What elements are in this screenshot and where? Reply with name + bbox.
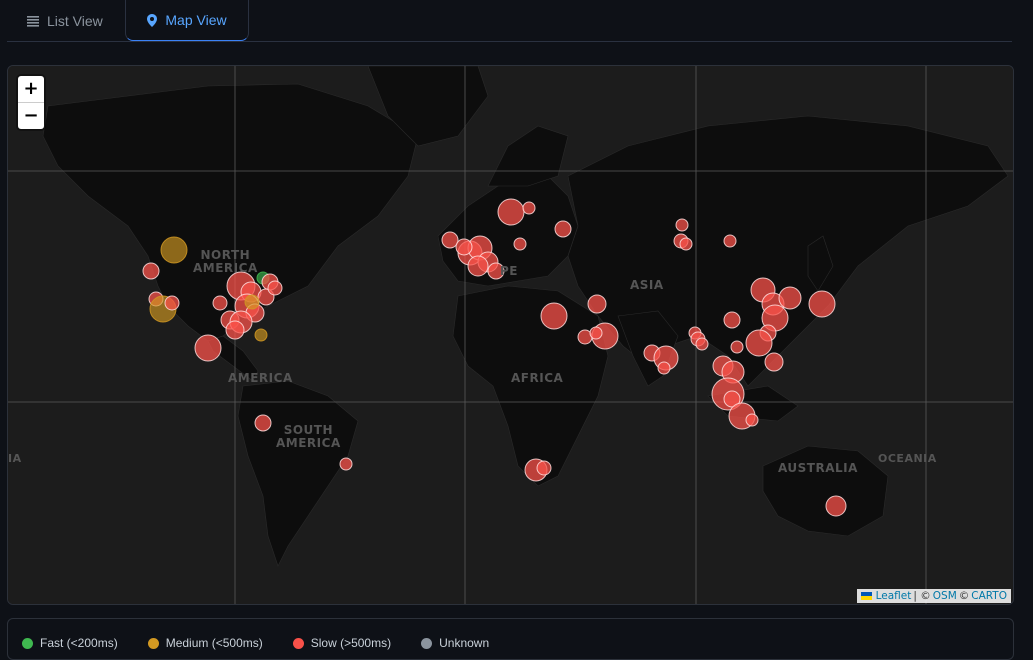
server-marker[interactable] [267,280,283,296]
server-marker[interactable] [679,237,693,251]
server-marker[interactable] [467,255,489,277]
map-attribution: Leaflet | © OSM © CARTO [856,589,1011,603]
server-marker[interactable] [589,326,603,340]
server-marker[interactable] [160,236,188,264]
carto-link[interactable]: CARTO [971,590,1007,602]
server-marker[interactable] [764,352,784,372]
server-marker[interactable] [745,413,759,427]
label-north-america: NORTH AMERICA [193,248,258,275]
server-marker[interactable] [730,340,744,354]
zoom-in-button[interactable]: + [18,76,44,103]
world-map [8,66,1013,604]
attribution-sep-2: © [958,590,970,602]
osm-link[interactable]: OSM [933,590,957,602]
server-marker[interactable] [778,286,802,310]
legend-item-slow: Slow (>500ms) [292,636,391,650]
legend-dot-unknown [421,637,433,649]
legend-item-fast: Fast (<200ms) [22,636,118,650]
zoom-out-button[interactable]: − [18,103,44,129]
tab-list-view[interactable]: List View [27,0,127,41]
legend-item-unknown: Unknown [421,636,489,650]
server-marker[interactable] [441,231,459,249]
server-marker[interactable] [339,457,353,471]
server-marker[interactable] [745,329,773,357]
legend-dot-medium [147,637,159,649]
server-marker[interactable] [554,220,572,238]
label-south-america: SOUTH AMERICA [276,423,341,450]
server-marker[interactable] [536,460,552,476]
server-marker[interactable] [540,302,568,330]
server-marker[interactable] [244,294,260,310]
server-marker[interactable] [254,414,272,432]
server-marker[interactable] [695,337,709,351]
label-europe: PE [500,264,518,278]
list-icon [27,15,39,27]
server-marker[interactable] [522,201,536,215]
server-marker[interactable] [254,328,268,342]
server-marker[interactable] [225,320,245,340]
server-marker[interactable] [497,198,525,226]
server-marker[interactable] [142,262,160,280]
server-marker[interactable] [825,495,847,517]
tab-map-view-label: Map View [165,12,227,28]
server-marker[interactable] [455,238,473,256]
label-edge: IA [8,452,22,465]
zoom-control: + − [18,76,44,129]
attribution-sep-1: | © [913,590,931,602]
server-marker[interactable] [587,294,607,314]
label-africa: AFRICA [511,371,564,385]
server-marker[interactable] [808,290,836,318]
view-tabs: List View Map View [7,0,1012,42]
legend-dot-fast [22,637,33,649]
server-marker[interactable] [657,361,671,375]
tab-list-view-label: List View [47,12,103,29]
server-marker[interactable] [513,237,527,251]
ukraine-flag-icon [860,592,872,600]
server-marker[interactable] [194,334,222,362]
label-asia: ASIA [630,278,664,292]
leaflet-link[interactable]: Leaflet [876,590,912,602]
server-marker[interactable] [723,234,737,248]
server-marker[interactable] [164,295,180,311]
map-container[interactable]: NORTH AMERICA AMERICA SOUTH AMERICA PE ASI… [7,65,1014,605]
server-marker[interactable] [212,295,228,311]
tab-map-view[interactable]: Map View [125,0,249,41]
label-america: AMERICA [228,371,293,385]
latency-legend: Fast (<200ms) Medium (<500ms) Slow (>500… [7,618,1014,660]
legend-item-medium: Medium (<500ms) [147,636,263,650]
label-oceania: OCEANIA [878,452,937,465]
legend-dot-slow [292,637,304,649]
server-marker[interactable] [675,218,689,232]
label-australia: AUSTRALIA [778,461,858,475]
map-pin-icon [147,13,158,27]
server-marker[interactable] [723,311,741,329]
